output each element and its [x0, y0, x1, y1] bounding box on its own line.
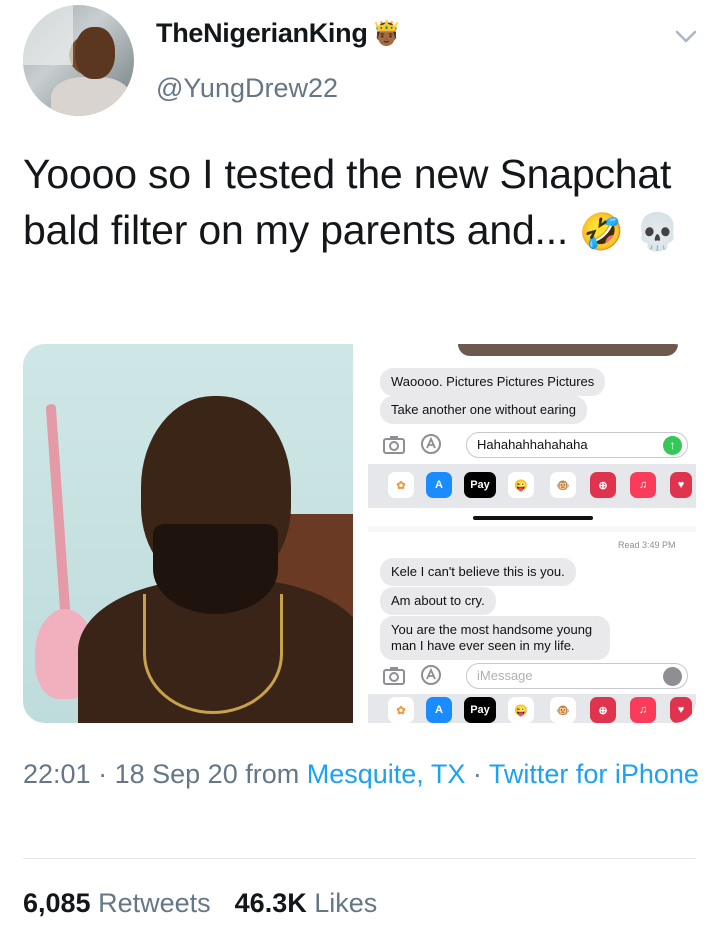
user-handle[interactable]: @YungDrew22	[156, 73, 338, 104]
message-input-row: Hahahahhahahaha ↑	[378, 432, 688, 458]
chevron-down-icon[interactable]	[672, 22, 700, 50]
from-label: from	[245, 759, 300, 789]
imessage-panel-bottom: Read 3:49 PM Kele I can't believe this i…	[368, 532, 696, 723]
send-arrow-icon[interactable]: ↑	[663, 436, 682, 455]
source-link[interactable]: Twitter for iPhone	[489, 759, 699, 789]
skull-emoji-icon: 💀	[635, 211, 680, 252]
likes-label: Likes	[314, 888, 378, 918]
rofl-emoji-icon: 🤣	[579, 211, 624, 252]
app-store-icon[interactable]	[420, 434, 442, 454]
imessage-input[interactable]: iMessage	[466, 663, 688, 689]
likes-count: 46.3K	[234, 888, 307, 918]
message-bubble: Am about to cry.	[380, 587, 496, 615]
message-input-row: iMessage	[378, 663, 688, 689]
imessage-panel-top: Waoooo. Pictures Pictures Pictures Take …	[368, 344, 696, 526]
message-input-value: Hahahahhahahaha	[477, 437, 588, 452]
divider	[23, 858, 696, 859]
photo-strip	[458, 344, 678, 356]
message-bubble: Kele I can't believe this is you.	[380, 558, 576, 586]
app-drawer: ✿ A Pay 😜 🐵 ⊕ ♫ ♥	[368, 694, 696, 723]
heart-app-icon[interactable]: ♥	[670, 697, 692, 723]
tweet-media[interactable]: Waoooo. Pictures Pictures Pictures Take …	[23, 344, 696, 723]
apple-pay-label: Pay	[470, 704, 490, 716]
photo-beard	[153, 524, 278, 614]
home-indicator	[473, 516, 593, 520]
message-bubble: Take another one without earing	[380, 396, 588, 424]
apple-pay-app-icon[interactable]: Pay	[464, 472, 496, 498]
photos-app-icon[interactable]: ✿	[388, 472, 414, 498]
read-receipt: Read 3:49 PM	[618, 540, 676, 550]
retweets-label: Retweets	[98, 888, 211, 918]
apple-pay-label: Pay	[470, 479, 490, 491]
message-bubble: You are the most handsome young man I ha…	[380, 616, 610, 660]
photo-hanger	[45, 403, 71, 615]
camera-icon[interactable]	[383, 434, 405, 454]
message-bubble: Waoooo. Pictures Pictures Pictures	[380, 368, 606, 396]
retweets-count: 6,085	[23, 888, 91, 918]
retweets-stat[interactable]: 6,085 Retweets	[23, 888, 211, 919]
animoji-app-icon[interactable]: 🐵	[550, 697, 576, 723]
apple-pay-app-icon[interactable]: Pay	[464, 697, 496, 723]
music-app-icon[interactable]: ♫	[630, 697, 656, 723]
imessage-placeholder: iMessage	[477, 668, 533, 683]
tweet-meta: 22:01 · 18 Sep 20 from Mesquite, TX · Tw…	[23, 755, 703, 794]
tweet-time[interactable]: 22:01	[23, 759, 91, 789]
avatar-shirt	[51, 77, 131, 116]
tweet-date[interactable]: 18 Sep 20	[115, 759, 238, 789]
display-name-row[interactable]: TheNigerianKing 🤴🏾	[156, 18, 401, 49]
display-name[interactable]: TheNigerianKing	[156, 18, 368, 49]
avatar[interactable]	[23, 5, 134, 116]
tweet-body: Yoooo so I tested the new Snapchat bald …	[23, 151, 672, 253]
message-input[interactable]: Hahahahhahahaha ↑	[466, 432, 688, 458]
app-drawer: ✿ A Pay 😜 🐵 ⊕ ♫ ♥	[368, 464, 696, 508]
meta-separator: ·	[98, 759, 108, 789]
app-store-icon[interactable]	[420, 665, 442, 685]
avatar-face	[75, 27, 115, 79]
audio-waveform-icon[interactable]	[663, 667, 682, 686]
camera-icon[interactable]	[383, 665, 405, 685]
location-link[interactable]: Mesquite, TX	[307, 759, 466, 789]
search-app-icon[interactable]: ⊕	[590, 472, 616, 498]
tweet-stats: 6,085 Retweets 46.3K Likes	[23, 888, 377, 919]
music-app-icon[interactable]: ♫	[630, 472, 656, 498]
memoji-app-icon[interactable]: 😜	[508, 697, 534, 723]
meta-separator: ·	[472, 759, 482, 789]
tweet-text: Yoooo so I tested the new Snapchat bald …	[23, 146, 703, 260]
photos-app-icon[interactable]: ✿	[388, 697, 414, 723]
heart-app-icon[interactable]: ♥	[670, 472, 692, 498]
app-store-app-icon[interactable]: A	[426, 472, 452, 498]
avatar-background	[23, 5, 73, 65]
selfie-photo[interactable]	[23, 344, 353, 723]
crown-emoji-icon: 🤴🏾	[371, 20, 402, 47]
memoji-app-icon[interactable]: 😜	[508, 472, 534, 498]
search-app-icon[interactable]: ⊕	[590, 697, 616, 723]
imessage-screenshot[interactable]: Waoooo. Pictures Pictures Pictures Take …	[368, 344, 696, 723]
likes-stat[interactable]: 46.3K Likes	[235, 888, 378, 919]
app-store-app-icon[interactable]: A	[426, 697, 452, 723]
animoji-app-icon[interactable]: 🐵	[550, 472, 576, 498]
